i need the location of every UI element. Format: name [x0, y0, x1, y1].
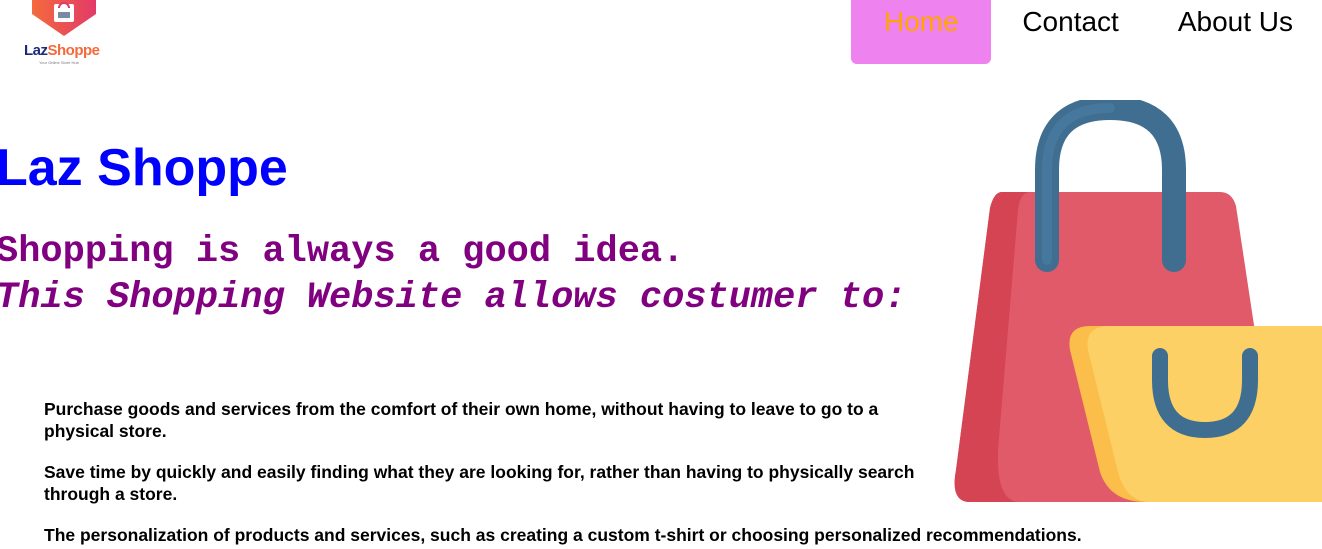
shopping-bags-icon — [954, 100, 1322, 502]
logo-wordmark: LazShoppe — [24, 42, 100, 59]
logo-tagline: Your Online Store Hub — [39, 60, 79, 65]
list-item: The personalization of products and serv… — [44, 525, 1082, 545]
page-title: Laz Shoppe — [0, 139, 288, 197]
nav-about-link[interactable]: About Us — [1178, 0, 1293, 64]
nav-home-link[interactable]: Home — [851, 0, 992, 64]
list-item: Save time by quickly and easily finding … — [44, 462, 915, 504]
nav-contact-link[interactable]: Contact — [1022, 0, 1119, 64]
hero-subline: This Shopping Website allows costumer to… — [0, 277, 907, 319]
shopping-bag-logo-icon — [32, 0, 96, 36]
main-nav: Home Contact About Us — [851, 0, 1322, 64]
hero-tagline: Shopping is always a good idea. — [0, 231, 685, 273]
page: LazShoppe Your Online Store Hub Home Con… — [0, 0, 1322, 549]
list-item: Purchase goods and services from the com… — [44, 399, 879, 441]
site-logo[interactable]: LazShoppe Your Online Store Hub — [22, 0, 106, 70]
